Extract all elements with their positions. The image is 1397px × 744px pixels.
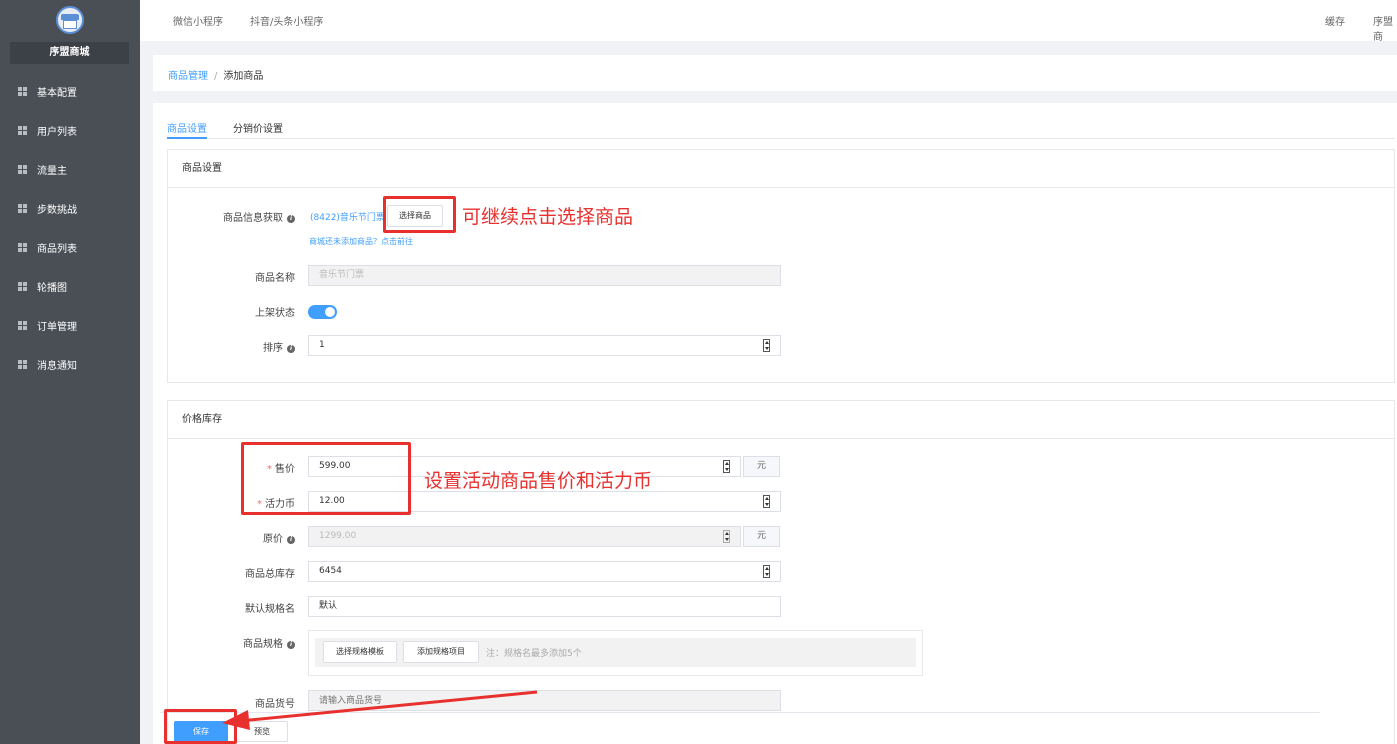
info-icon: i	[287, 536, 295, 544]
spec-hint: 注：规格名最多添加5个	[486, 649, 582, 659]
sku-label: 商品货号	[255, 699, 295, 710]
save-highlight	[164, 709, 237, 744]
name-label: 商品名称	[255, 273, 295, 284]
sidebar-item-label: 轮播图	[37, 283, 67, 294]
tab-douyin-miniprogram[interactable]: 抖音/头条小程序	[250, 13, 323, 28]
sidebar-nav: 基本配置 用户列表 流量主 步数挑战 商品列表 轮播图 订单管理 消息通知	[0, 72, 140, 384]
sidebar-item-label: 步数挑战	[37, 205, 77, 216]
cache-button[interactable]: 缓存	[1325, 13, 1345, 28]
sidebar-item-users[interactable]: 用户列表	[0, 111, 140, 150]
sidebar-item-label: 流量主	[37, 166, 67, 177]
info-icon: i	[287, 215, 295, 223]
footer-divider	[160, 712, 1320, 713]
sidebar-item-label: 基本配置	[37, 88, 77, 99]
info-label: 商品信息获取 i	[155, 209, 295, 224]
status-label: 上架状态	[255, 308, 295, 319]
sort-label: 排序 i	[155, 339, 295, 354]
tab-wechat-miniprogram[interactable]: 微信小程序	[173, 13, 223, 28]
sidebar-item-label: 消息通知	[37, 361, 77, 372]
tab-distribution-price[interactable]: 分销价设置	[233, 120, 283, 135]
info-icon: i	[287, 345, 295, 353]
sidebar-item-products[interactable]: 商品列表	[0, 228, 140, 267]
sidebar-item-label: 商品列表	[37, 244, 77, 255]
tab-bar: 商品设置 分销价设置	[167, 113, 1395, 139]
breadcrumb-parent[interactable]: 商品管理	[168, 71, 208, 82]
grid-icon	[18, 165, 27, 174]
sidebar-item-messages[interactable]: 消息通知	[0, 345, 140, 384]
sidebar-item-label: 用户列表	[37, 127, 77, 138]
number-spinner-icon[interactable]	[763, 339, 770, 352]
active-tab-indicator	[167, 137, 207, 139]
sidebar-item-basic-config[interactable]: 基本配置	[0, 72, 140, 111]
number-spinner-icon[interactable]	[763, 495, 770, 508]
card-title: 价格库存	[168, 401, 1394, 439]
user-menu[interactable]: 序盟商	[1373, 13, 1397, 43]
grid-icon	[18, 243, 27, 252]
spec-label: 商品规格 i	[155, 635, 295, 650]
tab-product-settings[interactable]: 商品设置	[167, 120, 207, 135]
product-name-input[interactable]: 音乐节门票	[308, 265, 781, 286]
number-spinner-icon[interactable]	[723, 460, 730, 473]
select-product-highlight	[383, 196, 456, 233]
grid-icon	[18, 282, 27, 291]
grid-icon	[18, 360, 27, 369]
brand-name: 序盟商城	[10, 42, 129, 64]
select-product-note: 可继续点击选择商品	[462, 206, 634, 228]
price-note: 设置活动商品售价和活力币	[424, 470, 653, 492]
add-spec-button[interactable]: 添加规格项目	[403, 641, 479, 663]
status-toggle[interactable]	[308, 305, 337, 319]
spec-name-input[interactable]: 默认	[308, 596, 781, 617]
spec-box: 选择规格模板 添加规格项目 注：规格名最多添加5个	[308, 630, 923, 676]
info-icon: i	[287, 641, 295, 649]
sidebar-item-orders[interactable]: 订单管理	[0, 306, 140, 345]
sidebar-item-traffic[interactable]: 流量主	[0, 150, 140, 189]
breadcrumb-current: 添加商品	[223, 71, 264, 82]
stock-input[interactable]: 6454	[308, 561, 781, 582]
sidebar-item-steps[interactable]: 步数挑战	[0, 189, 140, 228]
grid-icon	[18, 126, 27, 135]
original-price-label: 原价 i	[155, 530, 295, 545]
original-price-input[interactable]: 1299.00	[308, 526, 741, 547]
grid-icon	[18, 204, 27, 213]
sidebar: 序盟商城 基本配置 用户列表 流量主 步数挑战 商品列表 轮播图 订单管理 消息…	[0, 0, 140, 744]
store-logo-icon	[56, 6, 84, 34]
add-product-link[interactable]: 商城还未添加商品？点击前往	[309, 236, 413, 247]
preview-button[interactable]: 预览	[236, 721, 288, 742]
spec-name-label: 默认规格名	[245, 604, 295, 615]
breadcrumb-separator: /	[214, 71, 218, 82]
price-unit: 元	[743, 456, 780, 477]
spec-toolbar: 选择规格模板 添加规格项目 注：规格名最多添加5个	[315, 638, 916, 667]
original-price-unit: 元	[743, 526, 780, 547]
number-spinner-icon	[723, 530, 730, 543]
stock-label: 商品总库存	[245, 569, 295, 580]
card-title: 商品设置	[168, 150, 1394, 188]
sidebar-item-label: 订单管理	[37, 322, 77, 333]
main-panel: 商品设置 分销价设置 商品设置 商品信息获取 i (8422)音乐节门票 选择商品…	[153, 103, 1397, 744]
grid-icon	[18, 321, 27, 330]
selected-product: (8422)音乐节门票	[310, 213, 385, 223]
sku-input[interactable]	[308, 690, 781, 711]
number-spinner-icon[interactable]	[763, 565, 770, 578]
sort-input[interactable]: 1	[308, 335, 781, 356]
grid-icon	[18, 87, 27, 96]
spec-template-button[interactable]: 选择规格模板	[323, 641, 397, 663]
breadcrumb: 商品管理 / 添加商品	[153, 55, 1397, 91]
price-highlight	[241, 442, 411, 515]
top-bar: 微信小程序 抖音/头条小程序 缓存 序盟商	[140, 0, 1397, 43]
sidebar-item-carousel[interactable]: 轮播图	[0, 267, 140, 306]
